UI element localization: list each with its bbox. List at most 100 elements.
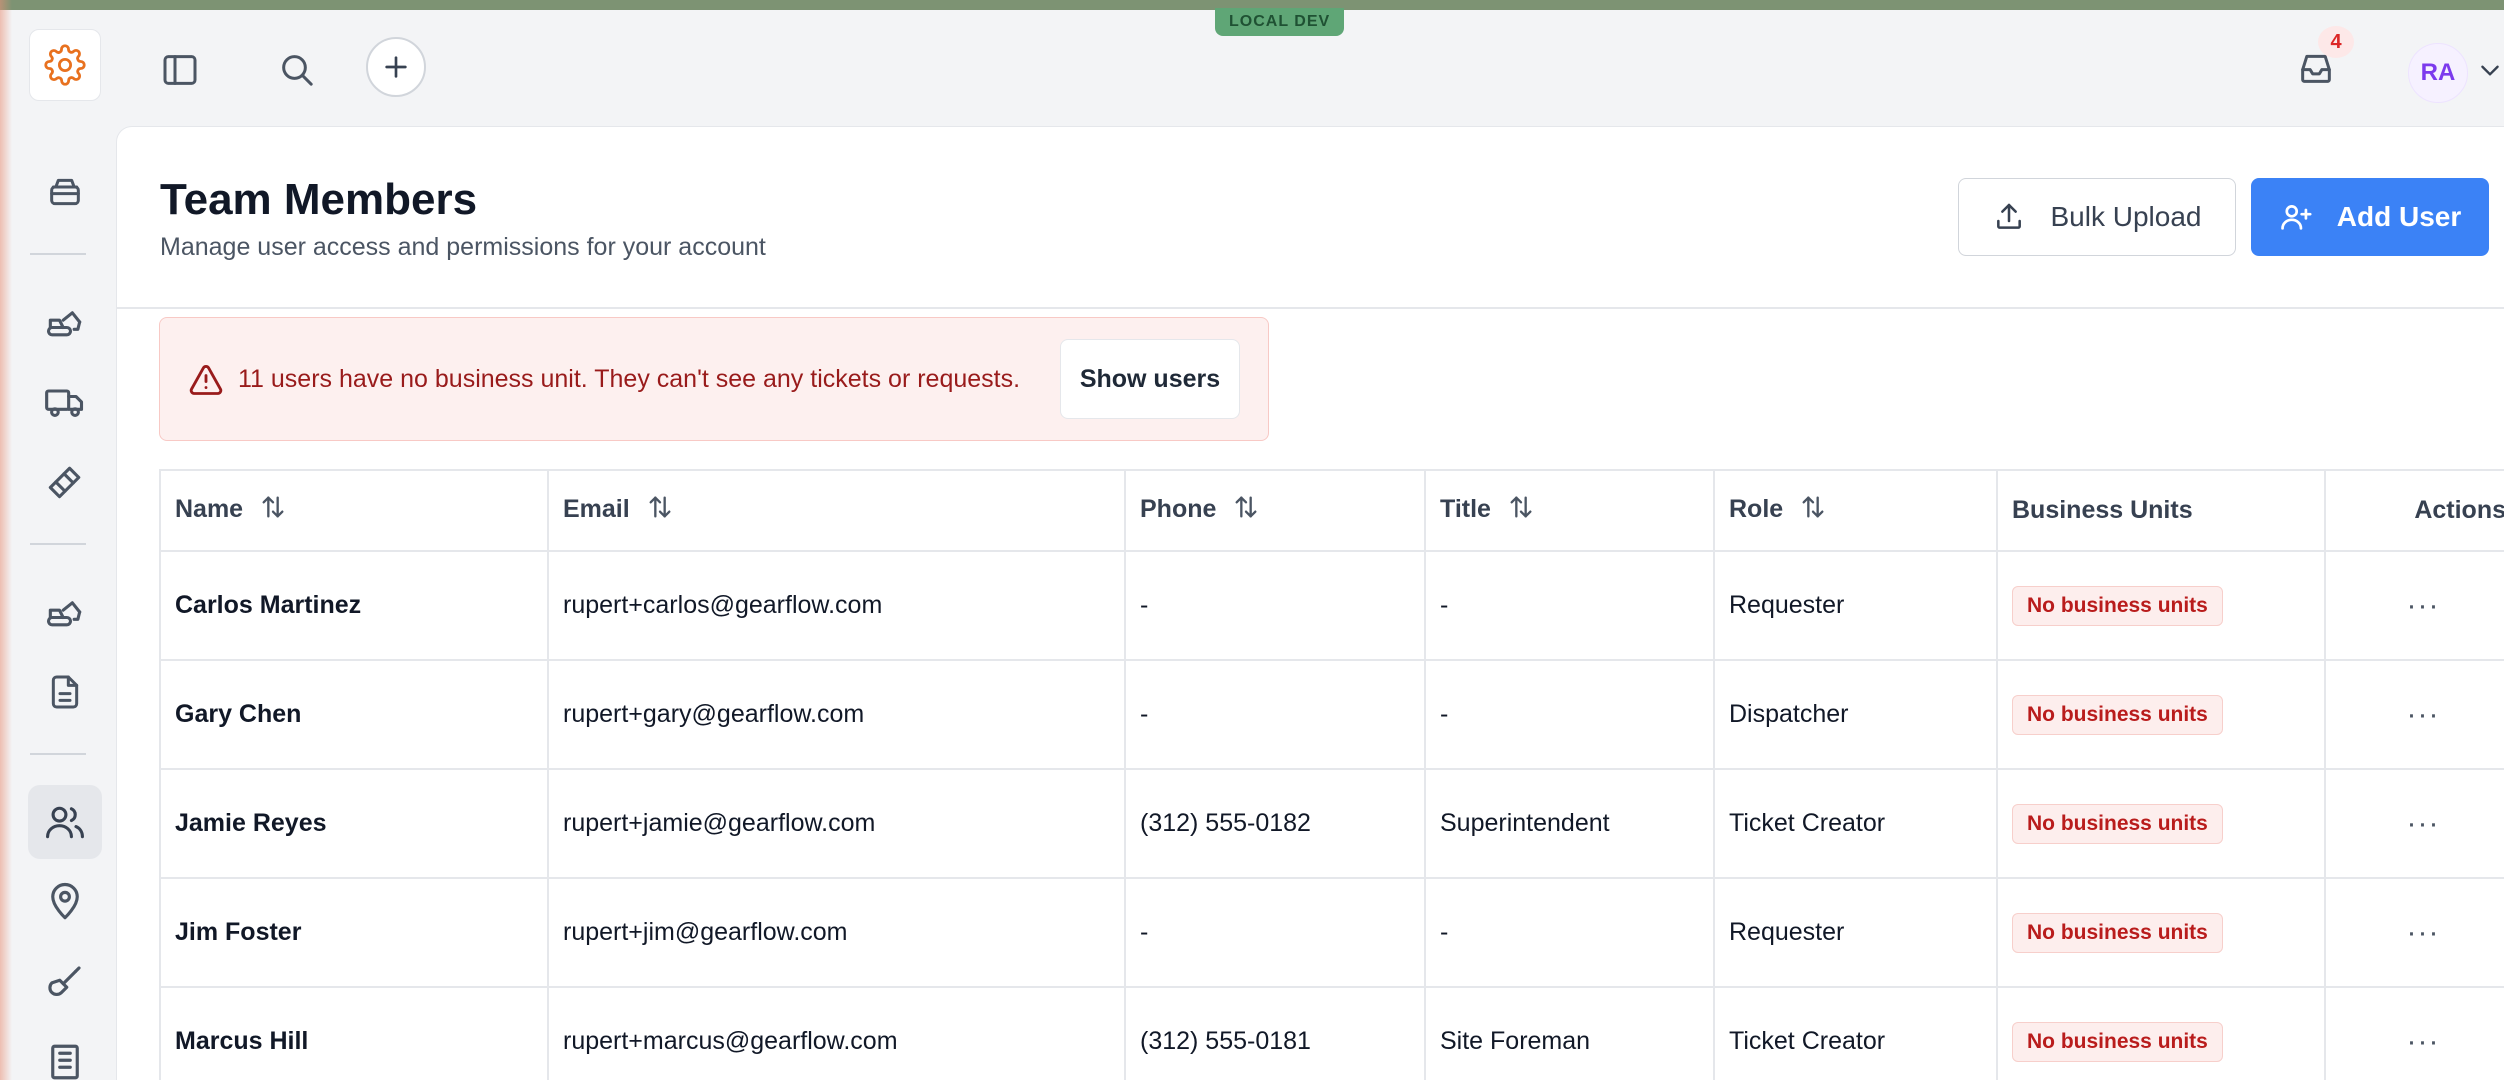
cell-role: Requester — [1714, 878, 1998, 988]
more-horizontal-icon[interactable]: ··· — [2407, 916, 2440, 950]
no-business-units-badge: No business units — [2012, 1021, 2223, 1062]
show-users-button[interactable]: Show users — [1060, 339, 1240, 419]
sidebar-item-parts[interactable] — [28, 945, 102, 1019]
column-header-name[interactable]: Name — [161, 471, 549, 552]
user-avatar[interactable]: RA — [2408, 43, 2468, 103]
add-user-button[interactable]: Add User — [2251, 178, 2489, 256]
cell-business-units: No business units — [1997, 660, 2326, 770]
column-header-email[interactable]: Email — [548, 471, 1126, 552]
cell-phone: - — [1125, 878, 1426, 988]
column-header-role[interactable]: Role — [1714, 471, 1998, 552]
sidebar-toggle-icon — [163, 55, 197, 85]
gear-icon — [44, 44, 86, 86]
add-user-label: Add User — [2336, 201, 2462, 232]
cell-name: Carlos Martinez — [161, 551, 549, 661]
page-subtitle: Manage user access and permissions for y… — [160, 233, 766, 261]
truck-icon — [45, 389, 84, 417]
chevron-down-icon — [2481, 65, 2499, 76]
column-header-label: Title — [1440, 495, 1491, 524]
more-horizontal-icon[interactable]: ··· — [2407, 589, 2440, 623]
plus-icon — [385, 56, 407, 78]
app-logo[interactable] — [29, 29, 101, 101]
cell-business-units: No business units — [1997, 878, 2326, 988]
document-icon — [51, 675, 79, 709]
cell-name: Marcus Hill — [161, 987, 549, 1080]
sidebar-item-machines[interactable] — [28, 575, 102, 649]
sort-icon[interactable] — [646, 493, 674, 528]
cell-business-units: No business units — [1997, 551, 2326, 661]
no-business-units-badge: No business units — [2012, 803, 2223, 844]
sidebar-item-team-members[interactable] — [28, 785, 102, 859]
cell-name: Jamie Reyes — [161, 769, 549, 879]
main-content: Team Members Manage user access and perm… — [116, 126, 2504, 1080]
cell-actions: ··· — [2325, 769, 2504, 879]
search-icon — [282, 55, 313, 86]
sidebar-item-tools[interactable] — [28, 445, 102, 519]
column-header-title[interactable]: Title — [1425, 471, 1715, 552]
sidebar-nav — [0, 122, 116, 1080]
page-title: Team Members — [160, 175, 478, 224]
sidebar-item-buildings[interactable] — [28, 1025, 102, 1080]
more-horizontal-icon[interactable]: ··· — [2407, 1025, 2440, 1059]
column-header-business-units: Business Units — [1997, 471, 2326, 552]
sort-icon[interactable] — [1799, 493, 1827, 528]
upload-icon — [1996, 203, 2021, 229]
warning-icon — [189, 365, 223, 395]
sort-icon[interactable] — [1232, 493, 1260, 528]
bulk-upload-button[interactable]: Bulk Upload — [1958, 178, 2236, 256]
shovel-icon — [48, 966, 81, 997]
sidebar-item-locations[interactable] — [28, 865, 102, 939]
sidebar-divider — [30, 543, 86, 545]
table-row[interactable]: Jim Foster rupert+jim@gearflow.com - - R… — [161, 878, 2504, 988]
cell-actions: ··· — [2325, 551, 2504, 661]
inventory-icon — [50, 178, 80, 206]
cell-title: Superintendent — [1425, 769, 1715, 879]
bulk-upload-label: Bulk Upload — [2050, 201, 2202, 232]
user-menu-toggle[interactable] — [2476, 56, 2504, 84]
search-button[interactable] — [267, 40, 327, 100]
excavator-icon — [46, 601, 82, 627]
create-new-button[interactable] — [366, 37, 426, 97]
cell-phone: - — [1125, 551, 1426, 661]
building-icon — [51, 1044, 79, 1080]
cell-email: rupert+carlos@gearflow.com — [548, 551, 1126, 661]
column-header-phone[interactable]: Phone — [1125, 471, 1426, 552]
sort-icon[interactable] — [1507, 493, 1535, 528]
sidebar-item-equipment[interactable] — [28, 285, 102, 359]
column-header-label: Email — [563, 495, 630, 524]
app-window: LOCAL DEV 4 RA Team Members Manage user … — [0, 0, 2504, 1080]
sidebar-item-fleet[interactable] — [28, 365, 102, 439]
cell-phone: (312) 555-0181 — [1125, 987, 1426, 1080]
no-business-unit-alert: 11 users have no business unit. They can… — [159, 317, 1269, 441]
table-row[interactable]: Marcus Hill rupert+marcus@gearflow.com (… — [161, 987, 2504, 1080]
sidebar-divider — [30, 253, 86, 255]
cell-role: Requester — [1714, 551, 1998, 661]
cell-actions: ··· — [2325, 660, 2504, 770]
user-plus-icon — [2280, 205, 2312, 230]
column-header-label: Phone — [1140, 495, 1217, 524]
cell-email: rupert+jim@gearflow.com — [548, 878, 1126, 988]
cell-actions: ··· — [2325, 878, 2504, 988]
sidebar-toggle-button[interactable] — [150, 40, 210, 100]
column-header-label: Name — [175, 495, 244, 524]
cell-business-units: No business units — [1997, 987, 2326, 1080]
tools-icon — [48, 466, 81, 499]
sidebar-item-documents[interactable] — [28, 655, 102, 729]
column-header-label: Role — [1729, 495, 1784, 524]
table-row[interactable]: Carlos Martinez rupert+carlos@gearflow.c… — [161, 551, 2504, 661]
users-icon — [46, 806, 84, 839]
cell-title: - — [1425, 551, 1715, 661]
cell-title: - — [1425, 660, 1715, 770]
table-row[interactable]: Gary Chen rupert+gary@gearflow.com - - D… — [161, 660, 2504, 770]
cell-role: Ticket Creator — [1714, 769, 1998, 879]
cell-name: Gary Chen — [161, 660, 549, 770]
cell-phone: - — [1125, 660, 1426, 770]
sidebar-item-inventory[interactable] — [28, 155, 102, 229]
more-horizontal-icon[interactable]: ··· — [2407, 807, 2440, 841]
column-header-actions: Actions — [2325, 471, 2504, 552]
notification-count-badge: 4 — [2318, 26, 2354, 58]
table-row[interactable]: Jamie Reyes rupert+jamie@gearflow.com (3… — [161, 769, 2504, 879]
cell-email: rupert+jamie@gearflow.com — [548, 769, 1126, 879]
more-horizontal-icon[interactable]: ··· — [2407, 698, 2440, 732]
sort-icon[interactable] — [259, 493, 287, 528]
